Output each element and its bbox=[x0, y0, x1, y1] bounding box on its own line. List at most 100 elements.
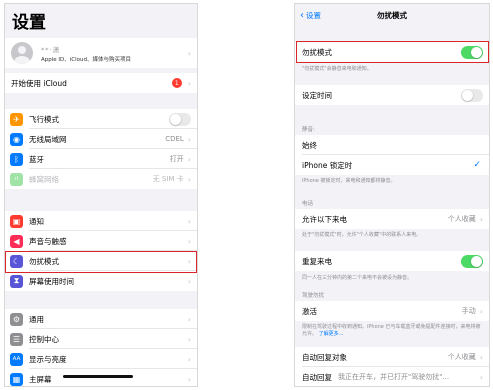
driving-header: 驾驶勿扰 bbox=[302, 293, 325, 299]
chevron-right-icon: › bbox=[187, 134, 191, 144]
chevron-right-icon: › bbox=[187, 276, 191, 286]
scheduled-label: 设定时间 bbox=[302, 90, 332, 100]
apple-id-row[interactable]: **·潇 Apple ID、iCloud、媒体与购买项目 › bbox=[5, 38, 197, 68]
settings-row-label: 通知 bbox=[29, 216, 44, 226]
chevron-right-icon: › bbox=[187, 216, 191, 226]
autoreply-to-row[interactable]: 自动回复对象 个人收藏 › bbox=[295, 347, 489, 367]
chevron-right-icon: › bbox=[479, 214, 483, 224]
chevron-right-icon: › bbox=[479, 352, 483, 362]
dnd-note: "勿扰模式"会静音来电和通知。 bbox=[302, 66, 372, 72]
checkmark-icon: ✓ bbox=[473, 160, 481, 170]
chevron-right-icon: › bbox=[187, 174, 191, 184]
settings-row-sound[interactable]: ◀ 声音与触感 › bbox=[5, 231, 197, 251]
settings-row-moon[interactable]: ☾ 勿扰模式 › bbox=[5, 251, 197, 271]
profile-name: **·潇 bbox=[41, 45, 61, 54]
settings-row-label: 无线局域网 bbox=[29, 134, 67, 144]
notifications-group: ▣ 通知 › ◀ 声音与触感 › ☾ 勿扰模式 › ⧗ 屏幕使用时间 › bbox=[5, 211, 197, 291]
chevron-right-icon: › bbox=[187, 78, 191, 88]
chevron-right-icon: › bbox=[479, 306, 483, 316]
chevron-right-icon: › bbox=[479, 372, 483, 382]
chevron-right-icon: › bbox=[187, 236, 191, 246]
settings-row-label: 勿扰模式 bbox=[29, 256, 59, 266]
control-center-icon: ☰ bbox=[10, 332, 23, 346]
icloud-group: 开始使用 iCloud 1 › bbox=[5, 73, 197, 93]
chevron-left-icon: ‹ bbox=[300, 9, 304, 21]
always-label: 始终 bbox=[302, 140, 317, 150]
profile-subtitle: Apple ID、iCloud、媒体与购买项目 bbox=[41, 56, 132, 63]
settings-row-notifications[interactable]: ▣ 通知 › bbox=[5, 211, 197, 231]
repeated-calls-toggle[interactable] bbox=[461, 254, 483, 268]
chevron-right-icon: › bbox=[187, 354, 191, 364]
settings-row-control-center[interactable]: ☰ 控制中心 › bbox=[5, 329, 197, 349]
silence-always-row[interactable]: 始终 bbox=[295, 135, 489, 155]
scheduled-row: 设定时间 bbox=[295, 85, 489, 105]
sound-icon: ◀ bbox=[10, 234, 23, 248]
allow-calls-row[interactable]: 允许以下来电 个人收藏 › bbox=[295, 209, 489, 229]
nav-title: 勿扰模式 bbox=[377, 11, 407, 20]
settings-row-wifi[interactable]: ◉ 无线局域网 CDEL › bbox=[5, 129, 197, 149]
moon-icon: ☾ bbox=[10, 254, 23, 268]
chevron-right-icon: › bbox=[187, 256, 191, 266]
display-icon: AA bbox=[10, 352, 23, 366]
notifications-icon: ▣ bbox=[10, 214, 23, 228]
allow-calls-note: 处于"勿扰模式"时，允许"个人收藏"中的联系人来电。 bbox=[302, 232, 422, 238]
activate-note: 限制在驾驶过程中收到通知。iPhone 已与车载蓝牙或免提配件连接时，来电将被允… bbox=[302, 324, 483, 338]
chevron-right-icon: › bbox=[187, 154, 191, 164]
icloud-setup-label: 开始使用 iCloud bbox=[11, 78, 67, 88]
profile-group: **·潇 Apple ID、iCloud、媒体与购买项目 › bbox=[5, 38, 197, 68]
settings-row-value: 无 SIM 卡 bbox=[152, 175, 184, 183]
scheduled-toggle[interactable] bbox=[461, 88, 483, 102]
locked-label: iPhone 锁定时 bbox=[302, 160, 353, 170]
chevron-right-icon: › bbox=[187, 334, 191, 344]
autoreply-value: 我正在开车，并已打开"驾驶勿扰"... bbox=[338, 373, 450, 381]
settings-row-bluetooth[interactable]: ᛒ 蓝牙 打开 › bbox=[5, 149, 197, 169]
settings-row-label: 通用 bbox=[29, 314, 44, 324]
bluetooth-icon: ᛒ bbox=[10, 152, 23, 166]
autoreply-to-label: 自动回复对象 bbox=[302, 352, 347, 362]
learn-more-link[interactable]: 了解更多... bbox=[319, 331, 344, 337]
chevron-right-icon: › bbox=[187, 314, 191, 324]
locked-note: iPhone 被锁定时，来电和通知都将静音。 bbox=[302, 178, 396, 184]
dnd-label: 勿扰模式 bbox=[302, 47, 332, 57]
icloud-setup-row[interactable]: 开始使用 iCloud 1 › bbox=[5, 73, 197, 93]
dnd-toggle[interactable] bbox=[461, 45, 483, 59]
back-button[interactable]: ‹ 设置 bbox=[300, 10, 321, 21]
activate-value: 手动 bbox=[461, 307, 476, 315]
settings-row-label: 声音与触感 bbox=[29, 236, 67, 246]
settings-row-display[interactable]: AA 显示与亮度 › bbox=[5, 349, 197, 369]
gear-icon: ⚙ bbox=[10, 312, 23, 326]
autoreply-to-value: 个人收藏 bbox=[447, 353, 476, 361]
connectivity-group: ✈ 飞行模式 ◉ 无线局域网 CDEL › ᛒ 蓝牙 打开 › ıl 蜂窝网络无 SIM 卡 › bbox=[5, 109, 197, 189]
home-indicator bbox=[63, 375, 133, 378]
settings-row-value: CDEL bbox=[165, 135, 184, 143]
activate-row[interactable]: 激活 手动 › bbox=[295, 301, 489, 321]
settings-row-label: 控制中心 bbox=[29, 334, 59, 344]
settings-row-cellular[interactable]: ıl 蜂窝网络 无 SIM 卡 › bbox=[5, 169, 197, 189]
hourglass-icon: ⧗ bbox=[10, 274, 23, 288]
page-title: 设置 bbox=[12, 13, 46, 33]
settings-row-home-screen[interactable]: ▦ 主屏幕 › bbox=[5, 369, 197, 386]
settings-row-hourglass[interactable]: ⧗ 屏幕使用时间 › bbox=[5, 271, 197, 291]
settings-screen: 设置 **·潇 Apple ID、iCloud、媒体与购买项目 › 开始使用 i… bbox=[4, 3, 198, 387]
phone-header: 电话 bbox=[302, 201, 314, 207]
settings-row-label: 飞行模式 bbox=[29, 114, 59, 124]
dnd-toggle-row: 勿扰模式 bbox=[295, 42, 489, 62]
settings-row-label: 显示与亮度 bbox=[29, 354, 67, 364]
settings-row-label: 蜂窝网络 bbox=[29, 174, 59, 184]
repeated-calls-label: 重复来电 bbox=[302, 256, 332, 266]
allow-calls-label: 允许以下来电 bbox=[302, 214, 347, 224]
notification-badge: 1 bbox=[171, 78, 182, 88]
autoreply-label: 自动回复 bbox=[302, 372, 332, 382]
airplane-icon: ✈ bbox=[10, 112, 23, 126]
chevron-right-icon: › bbox=[187, 374, 191, 384]
airplane-mode-toggle[interactable] bbox=[169, 112, 191, 126]
settings-row-airplane[interactable]: ✈ 飞行模式 bbox=[5, 109, 197, 129]
allow-calls-value: 个人收藏 bbox=[447, 215, 476, 223]
settings-row-gear[interactable]: ⚙ 通用 › bbox=[5, 309, 197, 329]
repeated-calls-row: 重复来电 bbox=[295, 251, 489, 271]
silence-locked-row[interactable]: iPhone 锁定时 ✓ bbox=[295, 155, 489, 175]
silence-header: 静音: bbox=[302, 127, 315, 133]
autoreply-row[interactable]: 自动回复 我正在开车，并已打开"驾驶勿扰"... › bbox=[295, 367, 489, 386]
dnd-screen: ‹ 设置 勿扰模式 勿扰模式 "勿扰模式"会静音来电和通知。 设定时间 静音: … bbox=[294, 3, 490, 387]
back-label: 设置 bbox=[306, 10, 321, 20]
